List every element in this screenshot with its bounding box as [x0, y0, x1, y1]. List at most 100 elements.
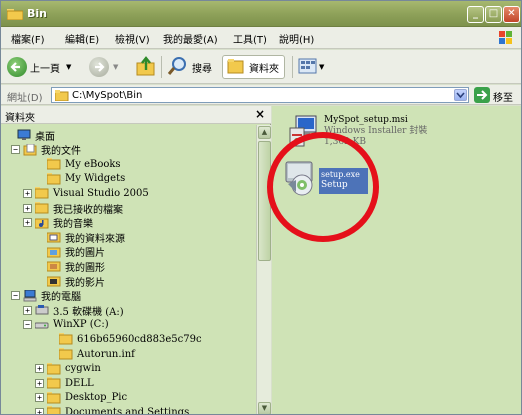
back-button[interactable]: 上一頁 ▼ [7, 55, 71, 79]
tree-item-label: Documents and Settings [65, 406, 190, 415]
search-icon [167, 55, 189, 80]
tree-item[interactable]: +3.5 軟碟機 (A:) [23, 302, 124, 318]
scroll-down-icon[interactable]: ▼ [258, 402, 271, 414]
go-arrow-icon[interactable] [474, 87, 490, 103]
close-pane-icon[interactable]: × [255, 107, 265, 121]
title-bar[interactable]: Bin _ □ ✕ [1, 1, 521, 27]
expand-icon[interactable]: + [35, 364, 44, 374]
menu-view[interactable]: 檢視(V) [115, 31, 150, 46]
menu-file[interactable]: 檔案(F) [11, 31, 45, 46]
tree-item[interactable]: My Widgets [35, 171, 125, 187]
folder-icon [46, 362, 61, 375]
floppy-drive-icon [35, 304, 49, 316]
forward-button[interactable]: ▼ [89, 55, 118, 79]
tree-item[interactable]: 我的資料來源 [35, 229, 125, 245]
folder-icon [54, 90, 69, 104]
videos-folder-icon [46, 275, 61, 287]
tree-item[interactable]: 我的影片 [35, 273, 105, 289]
tree-item-label: DELL [65, 377, 94, 389]
expand-icon[interactable]: + [35, 393, 44, 403]
collapse-icon[interactable]: − [23, 320, 32, 330]
tree-item[interactable]: + Documents and Settings [35, 404, 190, 415]
tree-item[interactable]: 我的圖片 [35, 244, 105, 260]
tree-item-label: 我的文件 [41, 146, 81, 158]
expand-icon[interactable]: + [35, 407, 44, 414]
back-label: 上一頁 [30, 63, 60, 75]
tree-item[interactable]: + 我的音樂 [23, 215, 93, 231]
folders-button[interactable]: 資料夾 [222, 55, 285, 79]
forward-arrow-icon [89, 57, 109, 77]
tree-item[interactable]: + Desktop_Pic [35, 390, 127, 406]
tree-item[interactable]: − 我的文件 [11, 142, 81, 158]
forward-dropdown-icon[interactable]: ▼ [113, 63, 118, 71]
tree-item-label: cygwin [65, 363, 101, 375]
folders-label: 資料夾 [249, 63, 279, 75]
views-dropdown-icon[interactable]: ▼ [319, 63, 324, 71]
tree-item[interactable]: + Visual Studio 2005 [23, 185, 149, 201]
tree-item-label: 桌面 [35, 131, 55, 143]
collapse-icon[interactable]: − [11, 145, 20, 155]
tree-item-label: 我的音樂 [53, 219, 93, 231]
my-computer-icon [23, 289, 37, 302]
tree-item-label: My eBooks [65, 158, 121, 170]
tree-item[interactable]: My eBooks [35, 156, 121, 172]
tree-item-label: 我的圖片 [65, 248, 105, 260]
tree-item-label: Autorun.inf [77, 348, 135, 360]
address-bar: 網址(D) C:\MySpot\Bin 移至 [1, 85, 521, 105]
search-button[interactable]: 搜尋 [167, 55, 212, 79]
expand-icon[interactable]: + [23, 218, 32, 228]
file-name: MySpot_setup.msi [324, 115, 408, 125]
tree-item-label: Desktop_Pic [65, 392, 128, 404]
hard-drive-icon [34, 319, 49, 331]
menu-edit[interactable]: 編輯(E) [65, 31, 99, 46]
menu-favorites[interactable]: 我的最愛(A) [163, 31, 218, 46]
folder-icon [46, 391, 61, 404]
tree-item[interactable]: 616b65960cd883e5c79c [47, 331, 202, 347]
folder-tree: 桌面 − 我的文件 My eBooks My Widgets + Visual Studio… [1, 125, 256, 415]
expand-icon[interactable]: + [35, 378, 44, 388]
address-input[interactable]: C:\MySpot\Bin [51, 87, 469, 103]
tree-item-label: 我的電腦 [41, 292, 81, 304]
music-folder-icon [34, 217, 49, 229]
menu-help[interactable]: 說明(H) [279, 31, 314, 46]
address-dropdown-icon[interactable] [454, 89, 467, 101]
tree-item-label: 3.5 軟碟機 (A:) [53, 306, 124, 318]
expand-icon[interactable]: + [23, 203, 32, 213]
address-label: 網址(D) [7, 93, 43, 104]
tree-item[interactable]: + DELL [35, 375, 94, 391]
explorer-window: Bin _ □ ✕ 檔案(F) 編輯(E) 檢視(V) 我的最愛(A) 工具(T… [0, 0, 522, 415]
collapse-icon[interactable]: − [11, 291, 20, 301]
back-dropdown-icon[interactable]: ▼ [66, 63, 71, 71]
tree-item[interactable]: − WinXP (C:) [23, 317, 109, 333]
tree-item-label: My Widgets [65, 173, 126, 185]
menu-tools[interactable]: 工具(T) [233, 31, 267, 46]
go-button[interactable]: 移至 [493, 89, 513, 104]
scroll-up-icon[interactable]: ▲ [258, 126, 271, 139]
pictures-folder-icon [46, 246, 61, 258]
folder-tree-pane: 資料夾 × 桌面 − 我的文件 My eBooks My Widgets + Visual … [1, 106, 271, 415]
data-source-icon [46, 231, 61, 243]
views-button[interactable]: ▼ [298, 55, 324, 79]
folder-icon [58, 348, 73, 360]
folder-icon [46, 172, 61, 185]
tree-item-label: WinXP (C:) [53, 319, 109, 331]
windows-logo-icon [497, 29, 515, 47]
tree-item[interactable]: Autorun.inf [47, 346, 135, 362]
tree-item[interactable]: − 我的電腦 [11, 288, 81, 304]
close-button[interactable]: ✕ [503, 6, 520, 23]
maximize-button[interactable]: □ [485, 6, 502, 23]
expand-icon[interactable]: + [23, 305, 32, 315]
toolbar: 上一頁 ▼ ▼ 搜尋 資料夾 ▼ [1, 50, 521, 84]
annotation-circle [267, 132, 379, 242]
tree-item[interactable]: + 我已接收的檔案 [23, 200, 123, 216]
back-arrow-icon [7, 57, 27, 77]
tree-scrollbar[interactable]: ▲ ▼ [256, 125, 271, 414]
tree-item[interactable]: 桌面 [5, 127, 55, 143]
tree-item[interactable]: 我的圖形 [35, 258, 105, 274]
tree-item[interactable]: + cygwin [35, 361, 101, 377]
up-folder-button[interactable] [135, 55, 157, 79]
tree-item-label: Visual Studio 2005 [53, 187, 149, 199]
expand-icon[interactable]: + [23, 188, 32, 198]
minimize-button[interactable]: _ [467, 6, 484, 23]
folder-icon [34, 202, 49, 214]
